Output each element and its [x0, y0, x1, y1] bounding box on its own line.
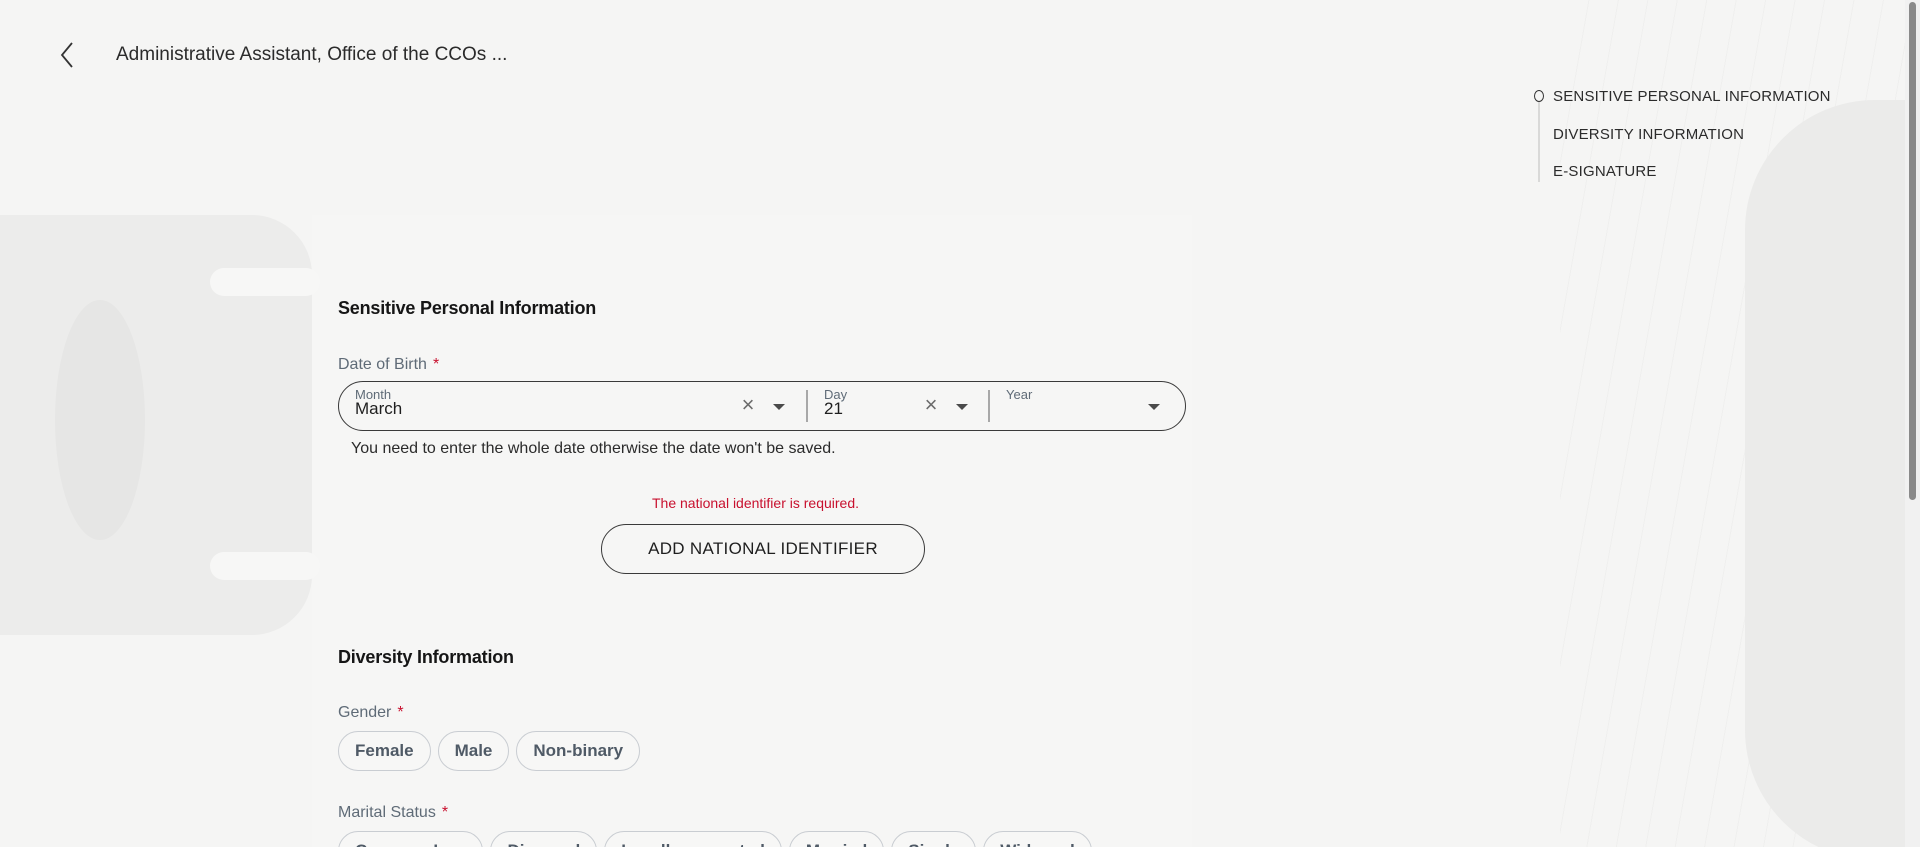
- section-heading-sensitive: Sensitive Personal Information: [338, 298, 597, 318]
- dob-label-text: Date of Birth: [338, 356, 427, 373]
- marital-option-divorced[interactable]: Divorced: [490, 831, 598, 847]
- gender-option-male[interactable]: Male: [437, 731, 510, 771]
- chevron-left-icon: [60, 42, 73, 68]
- scrollbar-thumb[interactable]: [1909, 2, 1916, 500]
- nav-item-sensitive-personal-information[interactable]: SENSITIVE PERSONAL INFORMATION: [1553, 88, 1831, 105]
- job-title: Administrative Assistant, Office of the …: [116, 44, 508, 65]
- nav-item-e-signature[interactable]: E-SIGNATURE: [1553, 163, 1657, 180]
- required-asterisk: *: [397, 704, 404, 721]
- marital-status-label: Marital Status *: [338, 804, 448, 822]
- day-clear-icon[interactable]: ×: [921, 394, 941, 416]
- nav-track: [1538, 96, 1540, 182]
- gender-options: Female Male Non-binary: [338, 731, 641, 771]
- section-heading-diversity: Diversity Information: [338, 647, 514, 667]
- dob-label: Date of Birth *: [338, 356, 439, 374]
- marital-option-common-law[interactable]: Common Law: [338, 831, 484, 847]
- nav-item-diversity-information[interactable]: DIVERSITY INFORMATION: [1553, 126, 1744, 143]
- dob-hint: You need to enter the whole date otherwi…: [351, 440, 836, 457]
- gender-option-non-binary[interactable]: Non-binary: [516, 731, 641, 771]
- background-notch-bottom: [210, 552, 320, 580]
- year-chevron-down-icon[interactable]: [1148, 404, 1160, 410]
- required-asterisk: *: [432, 356, 440, 373]
- nav-current-marker-icon: [1534, 90, 1544, 102]
- date-of-birth-picker: Month March × Day 21 × Year: [338, 381, 1186, 431]
- month-chevron-down-icon[interactable]: [773, 404, 785, 410]
- gender-label: Gender *: [338, 704, 404, 722]
- page-scrollbar[interactable]: [1905, 0, 1920, 847]
- year-select[interactable]: Year: [990, 382, 1185, 429]
- day-chevron-down-icon[interactable]: [956, 404, 968, 410]
- background-notch-top: [210, 268, 320, 296]
- required-asterisk: *: [441, 804, 449, 821]
- gender-label-text: Gender: [338, 704, 392, 721]
- day-value: 21: [824, 399, 843, 418]
- gender-option-female[interactable]: Female: [338, 731, 431, 771]
- national-id-error: The national identifier is required.: [652, 495, 860, 511]
- background-shape-left-inner: [55, 300, 145, 540]
- divider: [806, 390, 808, 422]
- year-label: Year: [1006, 387, 1033, 402]
- marital-status-label-text: Marital Status: [338, 804, 436, 821]
- back-button[interactable]: [52, 40, 82, 70]
- month-select[interactable]: Month March ×: [339, 382, 809, 429]
- marital-status-options: Common Law Divorced Legally separated Ma…: [338, 831, 1092, 847]
- marital-option-widowed[interactable]: Widowed: [983, 831, 1092, 847]
- marital-option-single[interactable]: Single: [891, 831, 977, 847]
- background-shape-right: [1745, 100, 1920, 847]
- month-clear-icon[interactable]: ×: [738, 394, 758, 416]
- marital-option-legally-separated[interactable]: Legally separated: [604, 831, 782, 847]
- application-page: Administrative Assistant, Office of the …: [0, 0, 1920, 847]
- day-select[interactable]: Day 21 ×: [809, 382, 989, 429]
- add-national-identifier-button[interactable]: ADD NATIONAL IDENTIFIER: [601, 524, 925, 574]
- marital-option-married[interactable]: Married: [788, 831, 885, 847]
- month-value: March: [355, 399, 403, 418]
